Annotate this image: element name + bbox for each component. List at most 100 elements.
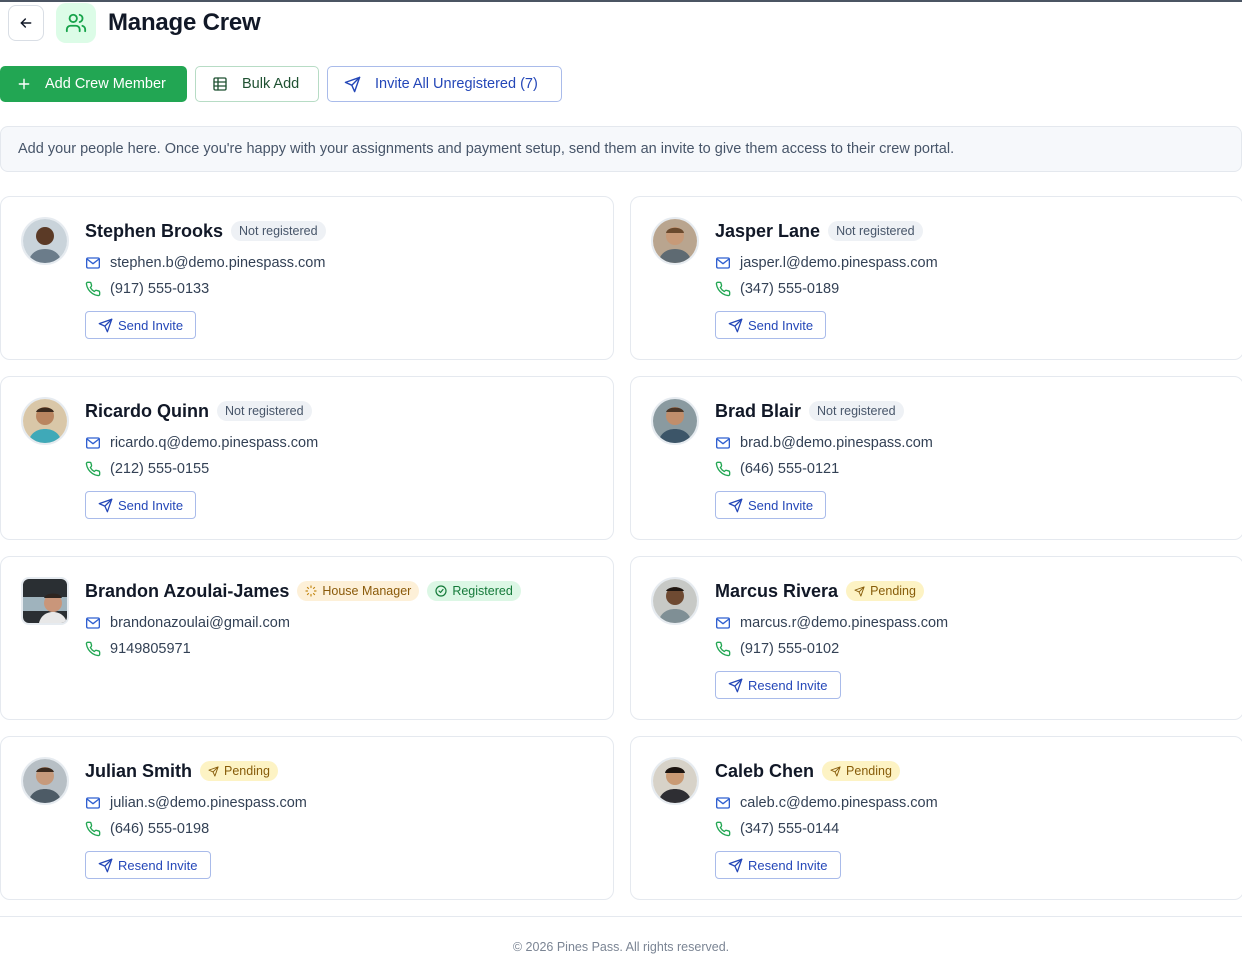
mail-icon bbox=[85, 435, 101, 451]
back-button[interactable] bbox=[8, 5, 44, 41]
crew-name: Caleb Chen bbox=[715, 760, 815, 781]
phone-text[interactable]: (646) 555-0198 bbox=[110, 821, 209, 837]
crew-card: Jasper Lane Not registered jasper.l@demo… bbox=[630, 196, 1242, 360]
send-invite-button[interactable]: Send Invite bbox=[715, 311, 827, 339]
send-icon bbox=[728, 498, 743, 513]
avatar bbox=[21, 757, 69, 805]
crew-card: Ricardo Quinn Not registered ricardo.q@d… bbox=[0, 376, 614, 540]
mail-icon bbox=[85, 615, 101, 631]
bulk-add-button[interactable]: Bulk Add bbox=[195, 66, 319, 102]
avatar bbox=[21, 397, 69, 445]
phone-icon bbox=[715, 821, 731, 837]
resend-invite-label: Resend Invite bbox=[748, 857, 828, 873]
phone-text[interactable]: (347) 555-0144 bbox=[740, 821, 839, 837]
email-text[interactable]: ricardo.q@demo.pinespass.com bbox=[110, 435, 318, 451]
status-badge: Not registered bbox=[231, 221, 326, 241]
crew-name: Julian Smith bbox=[85, 760, 193, 781]
footer-divider bbox=[0, 916, 1242, 917]
email-row: julian.s@demo.pinespass.com bbox=[85, 793, 307, 813]
resend-invite-button[interactable]: Resend Invite bbox=[85, 851, 211, 879]
send-invite-label: Send Invite bbox=[118, 497, 184, 513]
send-icon bbox=[728, 858, 743, 873]
mail-icon bbox=[715, 615, 731, 631]
email-text[interactable]: caleb.c@demo.pinespass.com bbox=[740, 795, 938, 811]
status-badge-label: Not registered bbox=[239, 224, 318, 238]
status-badge: Pending bbox=[200, 761, 278, 781]
crew-card: Brad Blair Not registered brad.b@demo.pi… bbox=[630, 376, 1242, 540]
crew-name: Stephen Brooks bbox=[85, 220, 224, 241]
avatar bbox=[651, 217, 699, 265]
phone-row: (347) 555-0144 bbox=[715, 819, 839, 839]
crew-card: Marcus Rivera Pending marcus.r@demo.pine… bbox=[630, 556, 1242, 720]
send-icon bbox=[98, 858, 113, 873]
phone-icon bbox=[85, 281, 101, 297]
send-icon bbox=[98, 318, 113, 333]
crew-name: Jasper Lane bbox=[715, 220, 821, 241]
avatar bbox=[651, 757, 699, 805]
resend-invite-button[interactable]: Resend Invite bbox=[715, 671, 841, 699]
add-crew-member-label: Add Crew Member bbox=[45, 76, 166, 92]
phone-text[interactable]: (212) 555-0155 bbox=[110, 461, 209, 477]
status-badge: Pending bbox=[822, 761, 900, 781]
send-invite-button[interactable]: Send Invite bbox=[85, 311, 197, 339]
send-invite-button[interactable]: Send Invite bbox=[85, 491, 197, 519]
mail-icon bbox=[715, 435, 731, 451]
phone-text[interactable]: 9149805971 bbox=[110, 641, 191, 657]
table-icon bbox=[213, 77, 227, 91]
email-text[interactable]: brandonazoulai@gmail.com bbox=[110, 615, 290, 631]
phone-icon bbox=[715, 461, 731, 477]
check-circle-icon bbox=[435, 585, 447, 597]
arrow-left-icon bbox=[20, 18, 32, 28]
mail-icon bbox=[85, 795, 101, 811]
role-badge: House Manager bbox=[297, 581, 420, 601]
resend-invite-button[interactable]: Resend Invite bbox=[715, 851, 841, 879]
send-icon bbox=[728, 318, 743, 333]
invite-all-unregistered-button[interactable]: Invite All Unregistered (7) bbox=[327, 66, 562, 102]
status-badge: Pending bbox=[846, 581, 924, 601]
crew-card: Stephen Brooks Not registered stephen.b@… bbox=[0, 196, 614, 360]
phone-icon bbox=[85, 821, 101, 837]
phone-text[interactable]: (917) 555-0133 bbox=[110, 281, 209, 297]
send-invite-button[interactable]: Send Invite bbox=[715, 491, 827, 519]
toolbar: Add Crew Member Bulk Add Invite All Unre… bbox=[0, 66, 562, 102]
crew-name: Brad Blair bbox=[715, 400, 802, 421]
plus-icon bbox=[18, 78, 30, 90]
avatar bbox=[21, 577, 69, 625]
send-icon bbox=[830, 766, 841, 777]
status-badge: Not registered bbox=[809, 401, 904, 421]
status-badge-label: Pending bbox=[870, 584, 916, 598]
email-text[interactable]: marcus.r@demo.pinespass.com bbox=[740, 615, 948, 631]
phone-text[interactable]: (646) 555-0121 bbox=[740, 461, 839, 477]
users-icon bbox=[56, 3, 96, 43]
status-badge-label: Not registered bbox=[225, 404, 304, 418]
phone-row: (212) 555-0155 bbox=[85, 459, 209, 479]
email-text[interactable]: jasper.l@demo.pinespass.com bbox=[740, 255, 938, 271]
phone-text[interactable]: (917) 555-0102 bbox=[740, 641, 839, 657]
phone-row: (646) 555-0198 bbox=[85, 819, 209, 839]
email-text[interactable]: julian.s@demo.pinespass.com bbox=[110, 795, 307, 811]
avatar bbox=[21, 217, 69, 265]
mail-icon bbox=[715, 255, 731, 271]
send-icon bbox=[208, 766, 219, 777]
page-title: Manage Crew bbox=[108, 9, 261, 36]
send-icon bbox=[854, 586, 865, 597]
email-text[interactable]: stephen.b@demo.pinespass.com bbox=[110, 255, 325, 271]
phone-icon bbox=[715, 641, 731, 657]
status-badge-label: Pending bbox=[224, 764, 270, 778]
send-invite-label: Send Invite bbox=[748, 317, 814, 333]
status-badge-label: Not registered bbox=[836, 224, 915, 238]
phone-icon bbox=[715, 281, 731, 297]
email-row: stephen.b@demo.pinespass.com bbox=[85, 253, 325, 273]
crew-card: Julian Smith Pending julian.s@demo.pines… bbox=[0, 736, 614, 900]
window-top-border bbox=[0, 0, 1242, 2]
send-invite-label: Send Invite bbox=[118, 317, 184, 333]
email-row: marcus.r@demo.pinespass.com bbox=[715, 613, 948, 633]
add-crew-member-button[interactable]: Add Crew Member bbox=[0, 66, 187, 102]
phone-row: (917) 555-0133 bbox=[85, 279, 209, 299]
phone-text[interactable]: (347) 555-0189 bbox=[740, 281, 839, 297]
email-row: brandonazoulai@gmail.com bbox=[85, 613, 290, 633]
crew-card: Brandon Azoulai-James House Manager Regi… bbox=[0, 556, 614, 720]
phone-row: (347) 555-0189 bbox=[715, 279, 839, 299]
send-icon bbox=[98, 498, 113, 513]
email-text[interactable]: brad.b@demo.pinespass.com bbox=[740, 435, 933, 451]
